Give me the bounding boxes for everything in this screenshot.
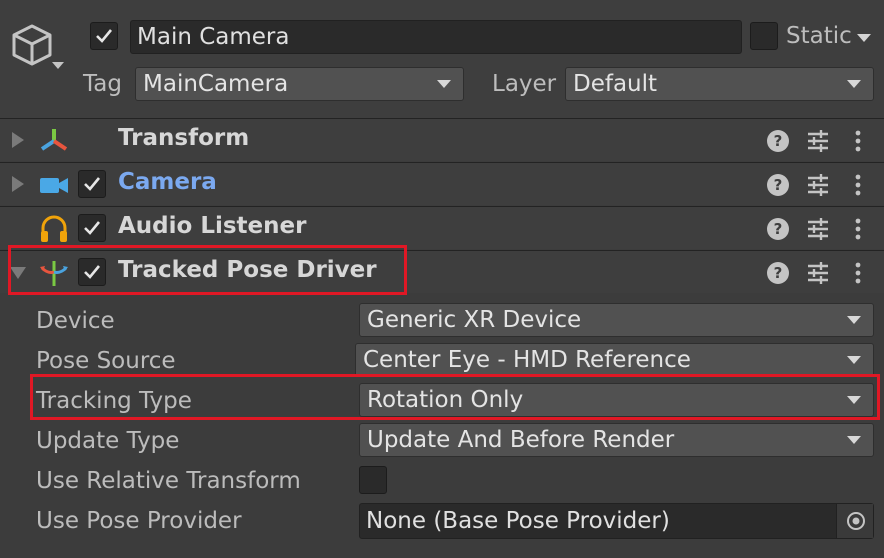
update-type-value: Update And Before Render	[367, 427, 675, 453]
more-menu-icon[interactable]	[846, 217, 870, 241]
foldout-arrow-icon[interactable]	[12, 132, 24, 148]
device-value: Generic XR Device	[367, 307, 582, 333]
help-icon[interactable]: ?	[766, 217, 790, 241]
svg-text:?: ?	[774, 132, 783, 150]
foldout-arrow-icon[interactable]	[12, 176, 24, 192]
update-type-label: Update Type	[36, 428, 180, 454]
static-label[interactable]: Static	[786, 23, 852, 49]
component-audio-listener[interactable]: Audio Listener ?	[0, 206, 884, 249]
svg-text:?: ?	[774, 176, 783, 194]
use-relative-transform-label: Use Relative Transform	[36, 468, 301, 494]
checkmark-icon	[84, 221, 101, 235]
transform-axes-icon	[40, 129, 68, 151]
more-menu-icon[interactable]	[846, 129, 870, 153]
svg-text:?: ?	[774, 220, 783, 238]
tag-value: MainCamera	[143, 71, 289, 97]
chevron-down-icon	[847, 436, 861, 444]
component-transform[interactable]: Transform ?	[0, 118, 884, 161]
pose-provider-object-field[interactable]: None (Base Pose Provider)	[359, 503, 874, 539]
chevron-down-icon	[437, 80, 451, 88]
static-checkbox[interactable]	[750, 22, 778, 50]
object-picker-target-icon	[847, 512, 865, 530]
component-title: Camera	[118, 169, 217, 195]
presets-sliders-icon[interactable]	[806, 129, 830, 153]
pose-provider-value: None (Base Pose Provider)	[366, 508, 670, 534]
presets-sliders-icon[interactable]	[806, 173, 830, 197]
headphones-icon	[41, 215, 67, 242]
object-picker-button[interactable]	[836, 504, 873, 538]
device-dropdown[interactable]: Generic XR Device	[359, 303, 874, 337]
svg-text:?: ?	[774, 264, 783, 282]
help-icon[interactable]: ?	[766, 261, 790, 285]
help-icon[interactable]: ?	[766, 173, 790, 197]
chevron-down-icon	[847, 356, 861, 364]
audio-listener-enabled-checkbox[interactable]	[78, 214, 106, 242]
chevron-down-icon	[847, 80, 861, 88]
highlight-box-component-header	[8, 245, 407, 295]
layer-label: Layer	[492, 71, 557, 97]
pose-source-dropdown[interactable]: Center Eye - HMD Reference	[355, 343, 874, 377]
component-title: Audio Listener	[118, 213, 307, 239]
pose-source-label: Pose Source	[36, 348, 176, 374]
camera-icon	[40, 178, 68, 193]
update-type-dropdown[interactable]: Update And Before Render	[359, 423, 874, 457]
component-camera[interactable]: Camera ?	[0, 162, 884, 205]
presets-sliders-icon[interactable]	[806, 217, 830, 241]
active-checkbox[interactable]	[90, 22, 118, 50]
tag-dropdown[interactable]: MainCamera	[135, 67, 464, 101]
object-name-field[interactable]: Main Camera	[130, 20, 742, 54]
gameobject-cube-icon[interactable]	[10, 20, 70, 76]
highlight-box-tracking-type	[30, 374, 880, 420]
checkmark-icon	[96, 29, 113, 43]
component-title: Transform	[118, 125, 250, 151]
use-relative-transform-checkbox[interactable]	[359, 466, 387, 494]
layer-dropdown[interactable]: Default	[565, 67, 874, 101]
camera-enabled-checkbox[interactable]	[78, 170, 106, 198]
more-menu-icon[interactable]	[846, 173, 870, 197]
help-icon[interactable]: ?	[766, 129, 790, 153]
pose-source-value: Center Eye - HMD Reference	[363, 347, 691, 373]
use-pose-provider-label: Use Pose Provider	[36, 508, 242, 534]
presets-sliders-icon[interactable]	[806, 261, 830, 285]
layer-value: Default	[573, 71, 658, 97]
checkmark-icon	[84, 177, 101, 191]
chevron-down-icon	[847, 316, 861, 324]
tag-label: Tag	[83, 71, 122, 97]
static-dropdown-caret-icon[interactable]	[856, 32, 872, 44]
more-menu-icon[interactable]	[846, 261, 870, 285]
device-label: Device	[36, 308, 115, 334]
